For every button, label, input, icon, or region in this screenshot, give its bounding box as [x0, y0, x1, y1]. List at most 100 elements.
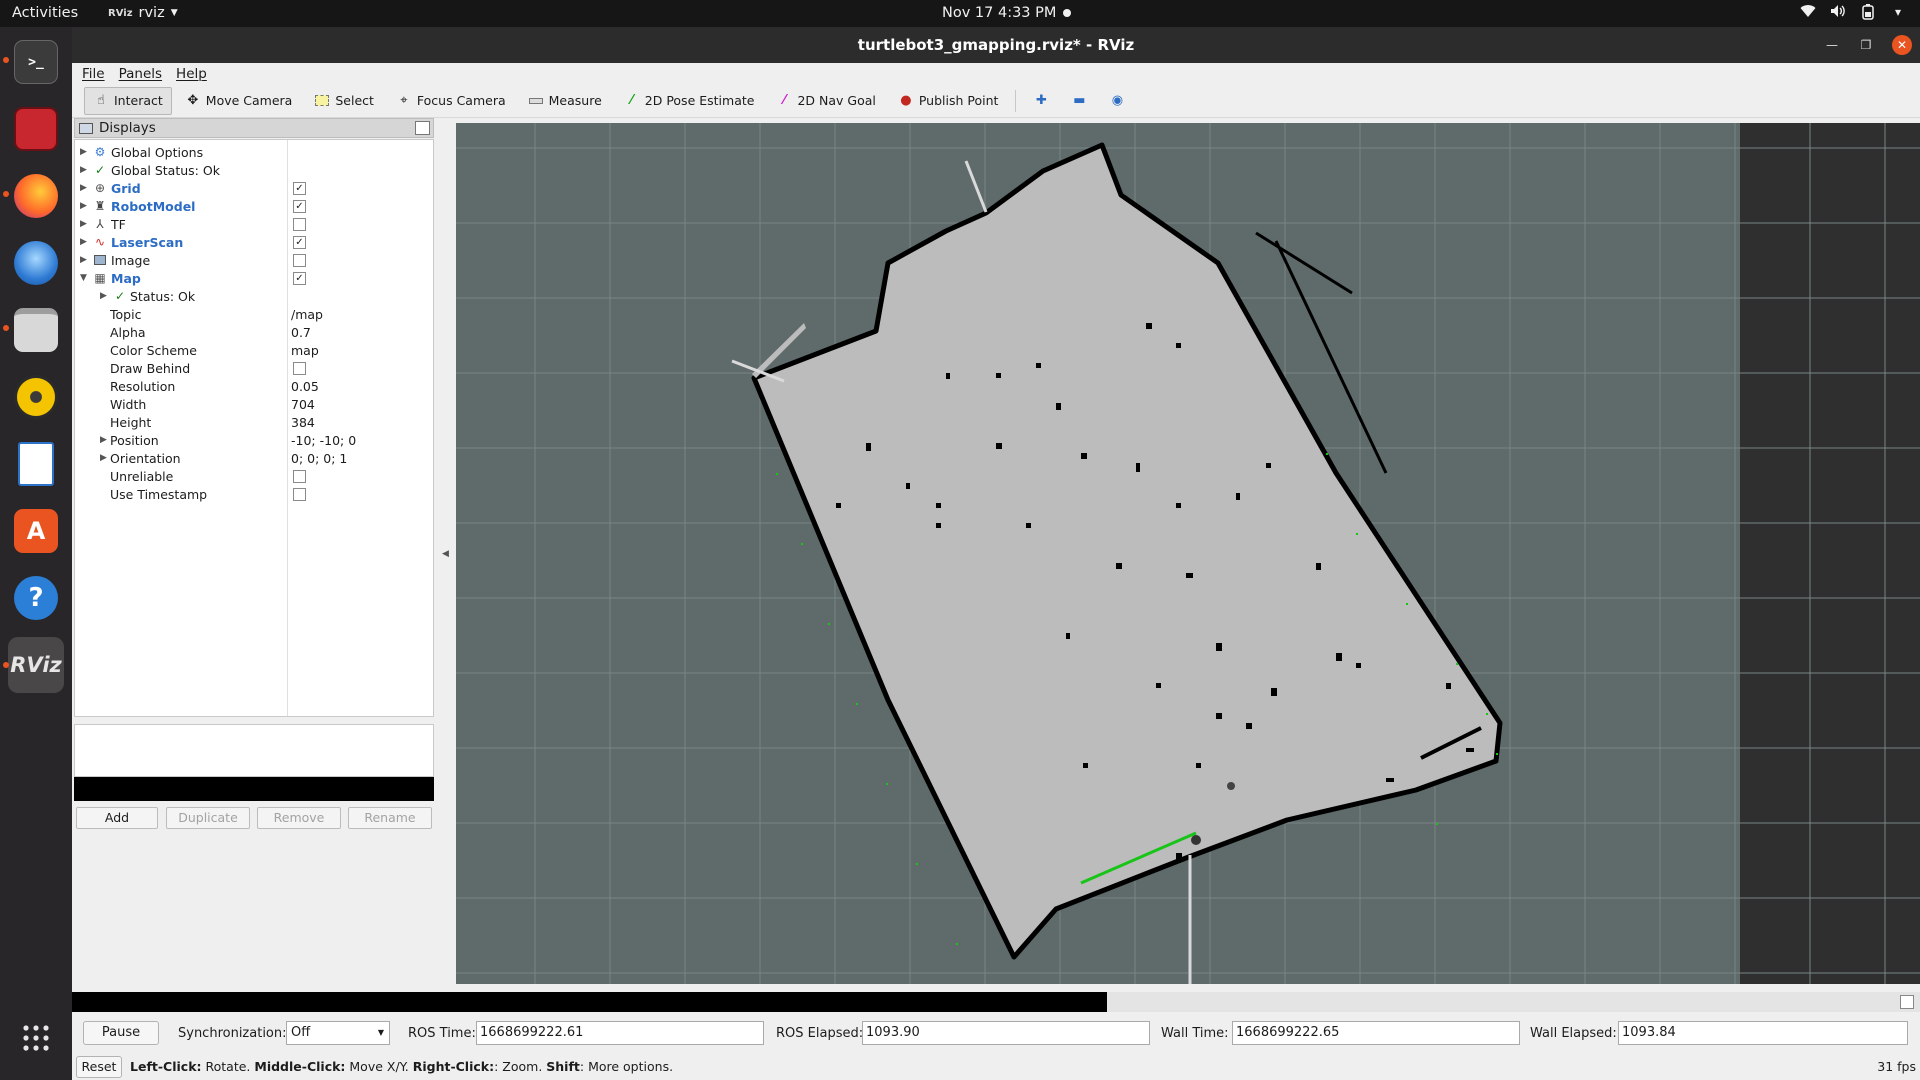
duplicate-display-button[interactable]: Duplicate	[166, 807, 250, 829]
panel-splitter[interactable]: ◀	[436, 123, 456, 984]
prop-value[interactable]: 704	[291, 397, 315, 412]
map-prop-alpha[interactable]: Alpha 0.7	[75, 323, 433, 341]
display-grid[interactable]: ▶ ⊕ Grid ✓	[75, 179, 433, 197]
map-prop-use-timestamp[interactable]: Use Timestamp	[75, 485, 433, 503]
use-timestamp-checkbox[interactable]	[293, 487, 306, 501]
prop-value[interactable]: 0; 0; 0; 1	[291, 451, 347, 466]
ros-elapsed-field[interactable]: 1093.90	[862, 1021, 1150, 1045]
display-map[interactable]: ▼ ▦ Map ✓	[75, 269, 433, 287]
timeline-end-box[interactable]	[1900, 995, 1914, 1009]
expand-arrow-icon[interactable]: ▶	[80, 255, 90, 265]
map-prop-width[interactable]: Width 704	[75, 395, 433, 413]
map-prop-orientation[interactable]: ▶ Orientation 0; 0; 0; 1	[75, 449, 433, 467]
dock-thunderbird[interactable]	[8, 235, 64, 291]
expand-arrow-icon[interactable]: ▶	[100, 435, 110, 445]
display-laserscan[interactable]: ▶ ∿ LaserScan ✓	[75, 233, 433, 251]
dock-files[interactable]	[8, 302, 64, 358]
menu-panels[interactable]: Panels	[119, 66, 162, 82]
pause-button[interactable]: Pause	[83, 1021, 159, 1045]
display-tf[interactable]: ▶ ⅄ TF	[75, 215, 433, 233]
expand-arrow-icon[interactable]: ▶	[100, 453, 110, 463]
display-robotmodel[interactable]: ▶ ♜ RobotModel ✓	[75, 197, 433, 215]
expand-arrow-icon[interactable]: ▶	[100, 291, 110, 301]
interact-tool-button[interactable]: ☝ Interact	[84, 86, 172, 115]
prop-value[interactable]: 0.05	[291, 379, 319, 394]
draw-behind-checkbox[interactable]	[293, 361, 306, 375]
map-prop-resolution[interactable]: Resolution 0.05	[75, 377, 433, 395]
wall-elapsed-field[interactable]: 1093.84	[1618, 1021, 1908, 1045]
ros-time-field[interactable]: 1668699222.61	[476, 1021, 764, 1045]
tf-checkbox[interactable]	[293, 217, 306, 231]
maximize-button[interactable]: ❐	[1856, 35, 1876, 55]
expand-arrow-icon[interactable]: ▶	[80, 165, 90, 175]
system-tray[interactable]: ▾	[1800, 4, 1906, 20]
menu-help[interactable]: Help	[176, 66, 207, 82]
expand-arrow-icon[interactable]: ▶	[80, 147, 90, 157]
map-prop-topic[interactable]: Topic /map	[75, 305, 433, 323]
map-checkbox[interactable]: ✓	[293, 271, 306, 285]
remove-display-button[interactable]: Remove	[257, 807, 341, 829]
displays-panel-header[interactable]: Displays	[74, 118, 434, 138]
collapse-arrow-icon[interactable]: ▼	[80, 273, 90, 283]
map-prop-height[interactable]: Height 384	[75, 413, 433, 431]
app-menu[interactable]: RViz rviz ▼	[108, 5, 178, 21]
display-global-options[interactable]: ▶ ⚙ Global Options	[75, 143, 433, 161]
remove-tool-button[interactable]: ▬	[1062, 87, 1096, 115]
dock-rhythmbox[interactable]	[8, 369, 64, 425]
prop-value[interactable]: map	[291, 343, 319, 358]
displays-tree[interactable]: ▶ ⚙ Global Options ▶ ✓ Global Status: Ok…	[74, 139, 434, 717]
dock-firefox[interactable]	[8, 168, 64, 224]
dock-rviz[interactable]: RViz	[8, 637, 64, 693]
unreliable-checkbox[interactable]	[293, 469, 306, 483]
map-canvas[interactable]	[456, 123, 1920, 984]
expand-arrow-icon[interactable]: ▶	[80, 219, 90, 229]
dock-show-apps[interactable]	[8, 1010, 64, 1066]
map-prop-unreliable[interactable]: Unreliable	[75, 467, 433, 485]
dock-terminal[interactable]: >_	[8, 34, 64, 90]
reset-button[interactable]: Reset	[76, 1056, 122, 1078]
dock-help[interactable]: ?	[8, 570, 64, 626]
measure-tool-button[interactable]: Measure	[519, 87, 611, 115]
focus-camera-tool-button[interactable]: ⌖ Focus Camera	[387, 87, 515, 115]
render-viewport[interactable]	[456, 123, 1920, 984]
move-camera-tool-button[interactable]: ✥ Move Camera	[176, 87, 302, 115]
dock-software[interactable]: A	[8, 503, 64, 559]
image-checkbox[interactable]	[293, 253, 306, 267]
dock-writer[interactable]	[8, 436, 64, 492]
activities-button[interactable]: Activities	[12, 5, 78, 21]
expand-arrow-icon[interactable]: ▶	[80, 237, 90, 247]
laserscan-checkbox[interactable]: ✓	[293, 235, 306, 249]
prop-value[interactable]: 384	[291, 415, 315, 430]
map-prop-color-scheme[interactable]: Color Scheme map	[75, 341, 433, 359]
display-global-status[interactable]: ▶ ✓ Global Status: Ok	[75, 161, 433, 179]
rename-display-button[interactable]: Rename	[348, 807, 432, 829]
dock-rviz-app[interactable]	[8, 101, 64, 157]
wall-time-field[interactable]: 1668699222.65	[1232, 1021, 1520, 1045]
prop-value[interactable]: /map	[291, 307, 323, 322]
2d-pose-estimate-tool-button[interactable]: ⁄ 2D Pose Estimate	[615, 87, 764, 115]
robotmodel-checkbox[interactable]: ✓	[293, 199, 306, 213]
expand-arrow-icon[interactable]: ▶	[80, 183, 90, 193]
select-tool-button[interactable]: Select	[305, 87, 383, 115]
2d-nav-goal-tool-button[interactable]: ⁄ 2D Nav Goal	[767, 87, 884, 115]
publish-point-tool-button[interactable]: ● Publish Point	[889, 87, 1008, 115]
minimize-button[interactable]: —	[1822, 35, 1842, 55]
menu-file[interactable]: File	[82, 66, 105, 82]
display-image[interactable]: ▶ Image	[75, 251, 433, 269]
expand-arrow-icon[interactable]: ▶	[80, 201, 90, 211]
prop-value[interactable]: -10; -10; 0	[291, 433, 356, 448]
clock[interactable]: Nov 17 4:33 PM	[942, 5, 1056, 21]
panel-float-button[interactable]	[415, 121, 430, 135]
map-status-row[interactable]: ▶ ✓ Status: Ok	[75, 287, 433, 305]
title-bar[interactable]: turtlebot3_gmapping.rviz* - RViz — ❐ ✕	[72, 27, 1920, 63]
add-display-button[interactable]: Add	[76, 807, 158, 829]
close-button[interactable]: ✕	[1892, 35, 1912, 55]
view-options-button[interactable]: ◉	[1100, 87, 1134, 115]
prop-value[interactable]: 0.7	[291, 325, 311, 340]
grid-checkbox[interactable]: ✓	[293, 181, 306, 195]
timeline-bar[interactable]	[72, 992, 1920, 1012]
map-prop-draw-behind[interactable]: Draw Behind	[75, 359, 433, 377]
add-tool-button[interactable]: ✚	[1024, 87, 1058, 115]
sync-select[interactable]: Off ▼	[286, 1021, 390, 1045]
map-prop-position[interactable]: ▶ Position -10; -10; 0	[75, 431, 433, 449]
